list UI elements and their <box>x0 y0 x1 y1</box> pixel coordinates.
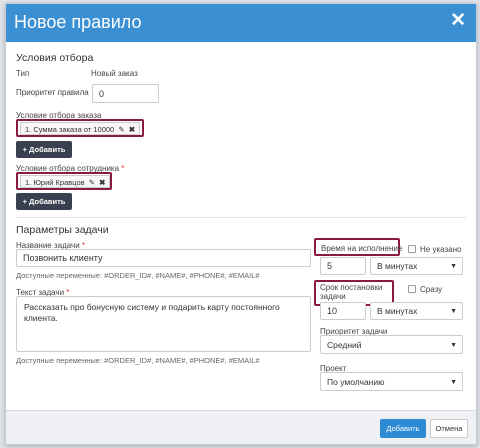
task-name-vars: Доступные переменные: #ORDER_ID#, #NAME#… <box>16 271 260 280</box>
task-priority-select[interactable]: Средний ▼ <box>320 335 463 354</box>
rule-priority-label: Приоритет правила <box>16 88 89 97</box>
employee-condition-chip[interactable]: 1. Юрий Кравцов ✎ ✖ <box>20 175 111 188</box>
task-text-vars: Доступные переменные: #ORDER_ID#, #NAME#… <box>16 356 260 365</box>
exec-time-label: Время на исполнение <box>321 244 403 253</box>
type-value: Новый заказ <box>91 69 138 78</box>
exec-time-unit-select[interactable]: В минутах ▼ <box>370 257 463 275</box>
project-select[interactable]: По умолчанию ▼ <box>320 372 463 391</box>
close-icon[interactable]: ✕ <box>450 11 466 31</box>
deadline-label: Срок постановки задачи <box>320 283 383 301</box>
not-specified-label: Не указано <box>420 245 462 254</box>
order-condition-chip[interactable]: 1. Сумма заказа от 10000 ✎ ✖ <box>20 122 140 135</box>
new-rule-modal: Новое правило ✕ Условия отбора Тип Новый… <box>5 3 477 445</box>
task-text-area[interactable]: Рассказать про бонусную систему и подари… <box>16 296 311 352</box>
add-employee-condition-button[interactable]: + Добавить <box>16 193 72 210</box>
deadline-unit-value: В минутах <box>377 306 418 316</box>
modal-footer: Добавить Отмена <box>6 410 476 444</box>
task-section-title: Параметры задачи <box>16 224 109 236</box>
deadline-input[interactable]: 10 <box>320 302 366 320</box>
modal-title: Новое правило <box>14 12 142 32</box>
chevron-down-icon: ▼ <box>450 342 457 349</box>
add-button[interactable]: Добавить <box>380 419 426 438</box>
not-specified-checkbox[interactable] <box>408 245 416 253</box>
divider <box>16 217 466 218</box>
task-name-input[interactable]: Позвонить клиенту <box>16 249 311 267</box>
project-value: По умолчанию <box>327 377 385 387</box>
chevron-down-icon: ▼ <box>450 379 457 386</box>
rule-priority-input[interactable]: 0 <box>92 84 159 103</box>
employee-condition-chip-text: 1. Юрий Кравцов <box>25 178 85 187</box>
pencil-icon[interactable]: ✎ <box>118 125 124 134</box>
cancel-button[interactable]: Отмена <box>430 419 468 438</box>
remove-icon[interactable]: ✖ <box>99 178 105 187</box>
immediately-checkbox[interactable] <box>408 285 416 293</box>
remove-icon[interactable]: ✖ <box>129 125 135 134</box>
modal-header: Новое правило ✕ <box>6 4 476 42</box>
exec-time-unit-value: В минутах <box>377 261 418 271</box>
immediately-label: Сразу <box>420 285 443 294</box>
add-order-condition-button[interactable]: + Добавить <box>16 141 72 158</box>
exec-time-input[interactable]: 5 <box>320 257 366 275</box>
task-priority-value: Средний <box>327 340 362 350</box>
chevron-down-icon: ▼ <box>450 308 457 315</box>
type-label: Тип <box>16 69 30 78</box>
selection-section-title: Условия отбора <box>16 52 94 64</box>
pencil-icon[interactable]: ✎ <box>89 178 95 187</box>
chevron-down-icon: ▼ <box>450 263 457 270</box>
deadline-unit-select[interactable]: В минутах ▼ <box>370 302 463 320</box>
order-condition-chip-text: 1. Сумма заказа от 10000 <box>25 125 115 134</box>
